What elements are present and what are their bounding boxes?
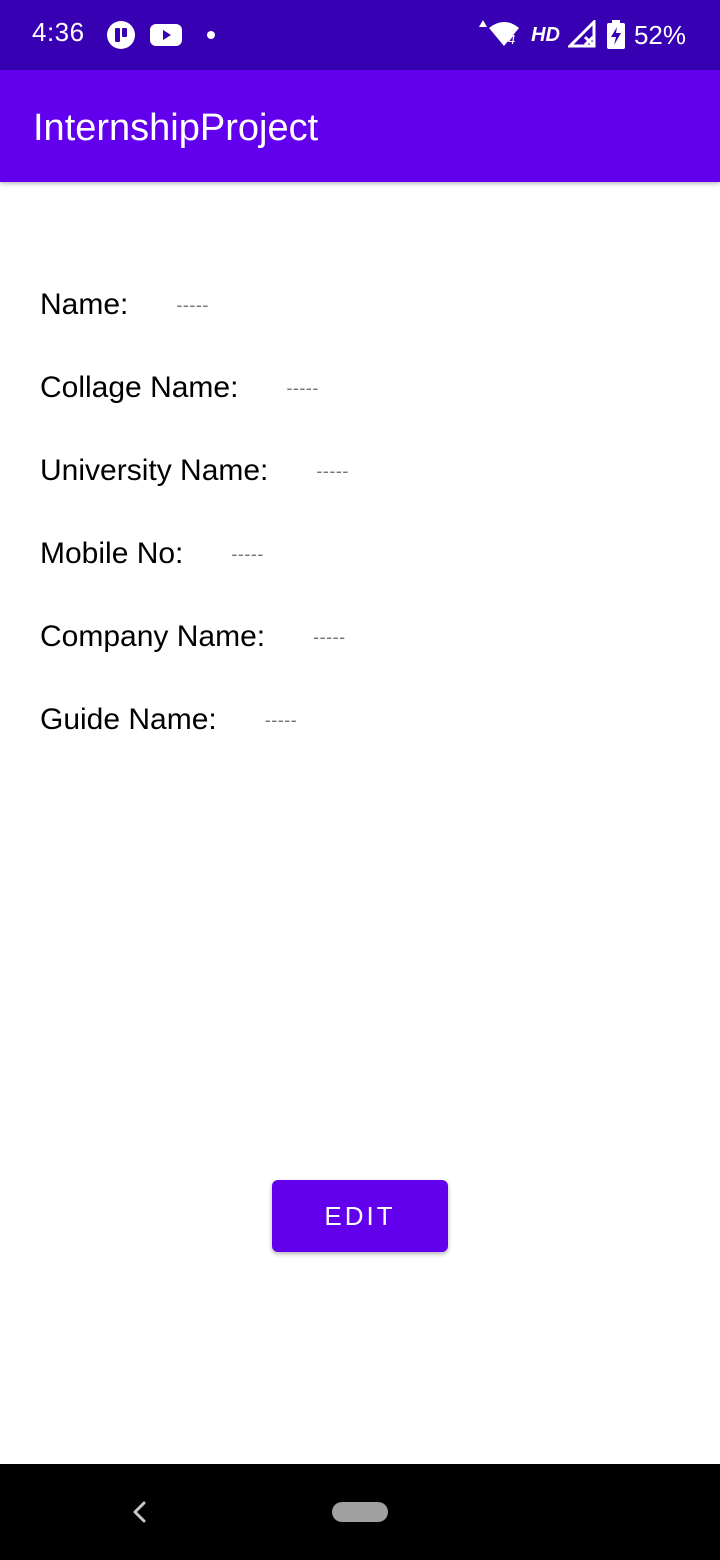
signal-icon: [567, 20, 596, 48]
mobile-no-value: -----: [231, 543, 264, 564]
system-status-icons: 4 HD 52%: [477, 18, 686, 52]
field-row-name: Name: -----: [40, 285, 209, 325]
svg-text:4: 4: [508, 33, 516, 47]
guide-name-label: Guide Name:: [40, 703, 217, 736]
collage-name-value: -----: [286, 377, 319, 398]
name-value: -----: [176, 294, 209, 315]
app-title: InternshipProject: [33, 107, 319, 149]
university-name-label: University Name:: [40, 454, 269, 487]
navigation-bar: [0, 1464, 720, 1560]
back-icon[interactable]: [126, 1498, 154, 1526]
app-bar: InternshipProject: [0, 70, 720, 182]
network-type-label: HD: [531, 23, 560, 46]
app-notification-icon: [107, 21, 135, 49]
notification-icons: [106, 20, 226, 50]
battery-percentage: 52%: [633, 19, 686, 50]
field-row-university-name: University Name: -----: [40, 451, 349, 491]
field-row-company-name: Company Name: -----: [40, 617, 346, 657]
field-row-guide-name: Guide Name: -----: [40, 700, 297, 740]
field-row-collage-name: Collage Name: -----: [40, 368, 319, 408]
mobile-no-label: Mobile No:: [40, 537, 184, 570]
youtube-icon: [150, 24, 182, 46]
name-label: Name:: [40, 288, 129, 321]
battery-charging-icon: [606, 20, 625, 49]
edit-button[interactable]: EDIT: [272, 1180, 448, 1252]
wifi-icon: 4: [479, 20, 520, 47]
company-name-label: Company Name:: [40, 620, 266, 653]
dot-icon: [207, 31, 215, 39]
university-name-value: -----: [316, 460, 349, 481]
status-bar: 4:36 4 HD 52%: [0, 0, 720, 70]
home-pill-button[interactable]: [332, 1502, 388, 1522]
guide-name-value: -----: [264, 709, 298, 730]
field-row-mobile-no: Mobile No: -----: [40, 534, 264, 574]
collage-name-label: Collage Name:: [40, 371, 239, 404]
company-name-value: -----: [313, 626, 346, 647]
profile-screen: 4:36 4 HD 52% InternshipProject Name: --…: [0, 0, 720, 1560]
status-time: 4:36: [32, 17, 85, 47]
